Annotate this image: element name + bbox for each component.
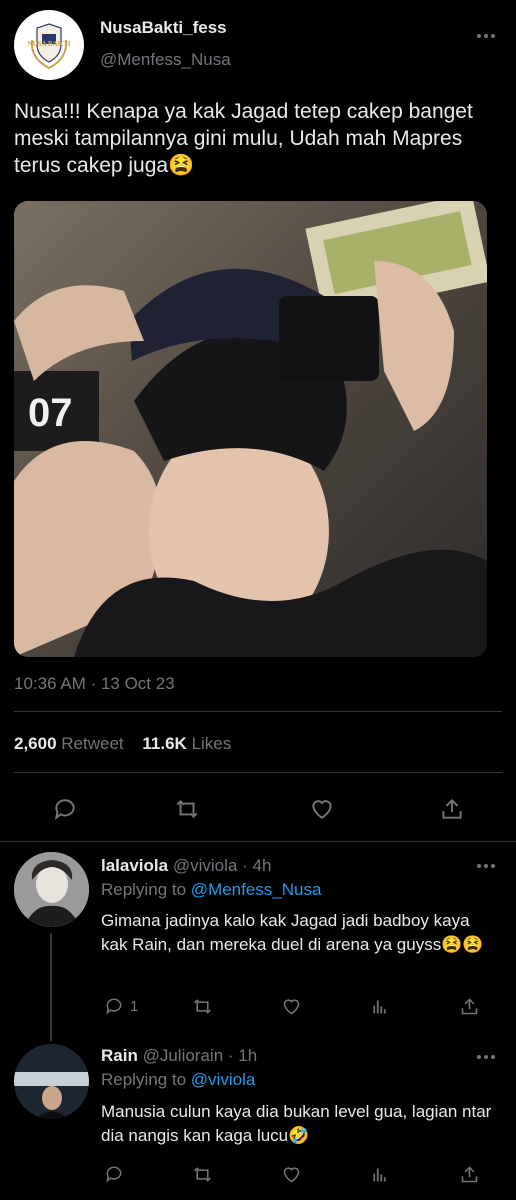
main-tweet-avatar[interactable]: NUSA BAKTI [14,10,84,80]
more-icon[interactable] [477,1055,495,1059]
replying-to: Replying to @Menfess_Nusa [101,880,321,900]
reply-avatar[interactable] [14,1044,89,1119]
reply-time: 4h [252,856,272,875]
more-icon[interactable] [477,864,495,868]
more-icon[interactable] [477,34,495,38]
retweet-icon [194,999,211,1014]
share-icon [461,1166,478,1183]
reply-icon [106,998,122,1015]
reply-handle[interactable]: @Juliorain [143,1046,224,1065]
retweet-icon [194,1167,211,1182]
reply-text: Gimana jadinya kalo kak Jagad jadi badbo… [101,911,484,954]
reply-header: lalaviola @viviola · 4h [101,856,271,876]
reply-avatar[interactable] [14,852,89,927]
tweet-time: 10:36 AM [14,674,86,693]
retweet-count[interactable]: 2,600 [14,734,57,753]
replying-to-label: Replying to [101,880,187,899]
reply-button[interactable]: 1 [104,996,138,1016]
share-icon [461,998,478,1015]
likes-label[interactable]: Likes [192,734,232,753]
reply-display-name[interactable]: Rain [101,1046,138,1065]
analytics-button[interactable] [369,1164,390,1185]
retweet-icon[interactable] [174,796,200,822]
reply-text: Manusia culun kaya dia bukan level gua, … [101,1102,492,1145]
avatar-logo-text: NUSA BAKTI [27,40,71,48]
reply-time: 1h [238,1046,258,1065]
like-icon[interactable] [309,796,335,822]
reply-count: 1 [130,997,139,1015]
avatar-photo [14,1044,89,1119]
share-button[interactable] [459,996,480,1017]
analytics-icon [373,1168,386,1182]
timestamp-separator: · [90,674,101,693]
like-icon [283,999,300,1015]
photo-illustration [14,201,487,657]
tweet-stats: 2,600 Retweet 11.6K Likes [14,734,231,754]
analytics-icon [373,1000,386,1014]
analytics-button[interactable] [369,996,390,1017]
like-button[interactable] [281,996,302,1017]
reply-header: Rain @Juliorain · 1h [101,1046,257,1066]
main-tweet-text: Nusa!!! Kenapa ya kak Jagad tetep cakep … [14,100,473,177]
divider [0,841,516,842]
main-display-name[interactable]: NusaBakti_fess [100,18,227,38]
replying-to-handle[interactable]: @Menfess_Nusa [191,880,322,899]
reply-handle[interactable]: @viviola [173,856,238,875]
main-handle[interactable]: @Menfess_Nusa [100,50,231,70]
like-icon [283,1167,300,1183]
divider [14,772,502,773]
retweet-button[interactable] [192,996,213,1017]
share-button[interactable] [459,1164,480,1185]
tweet-timestamp: 10:36 AM · 13 Oct 23 [14,674,175,694]
avatar-photo [14,852,89,927]
tweet-photo[interactable]: 07 [14,201,487,657]
like-count[interactable]: 11.6K [142,734,186,753]
retweet-button[interactable] [192,1164,213,1185]
photo-jersey-number: 07 [28,391,73,435]
reply-button[interactable] [104,1164,124,1184]
divider [14,711,502,712]
reply-thread-line [50,933,52,1041]
reply-time-separator: · [242,856,248,875]
reply-display-name[interactable]: lalaviola [101,856,168,875]
reply-time-separator: · [227,1046,234,1065]
replying-to-handle[interactable]: @viviola [191,1070,256,1089]
like-button[interactable] [281,1164,302,1185]
tweet-date: 13 Oct 23 [100,674,175,693]
reply-icon [106,1166,122,1183]
retweet-label[interactable]: Retweet [61,734,123,753]
replying-to: Replying to @viviola [101,1070,255,1090]
reply-icon[interactable] [52,796,78,822]
replying-to-label: Replying to [101,1070,187,1089]
share-icon[interactable] [439,796,465,822]
